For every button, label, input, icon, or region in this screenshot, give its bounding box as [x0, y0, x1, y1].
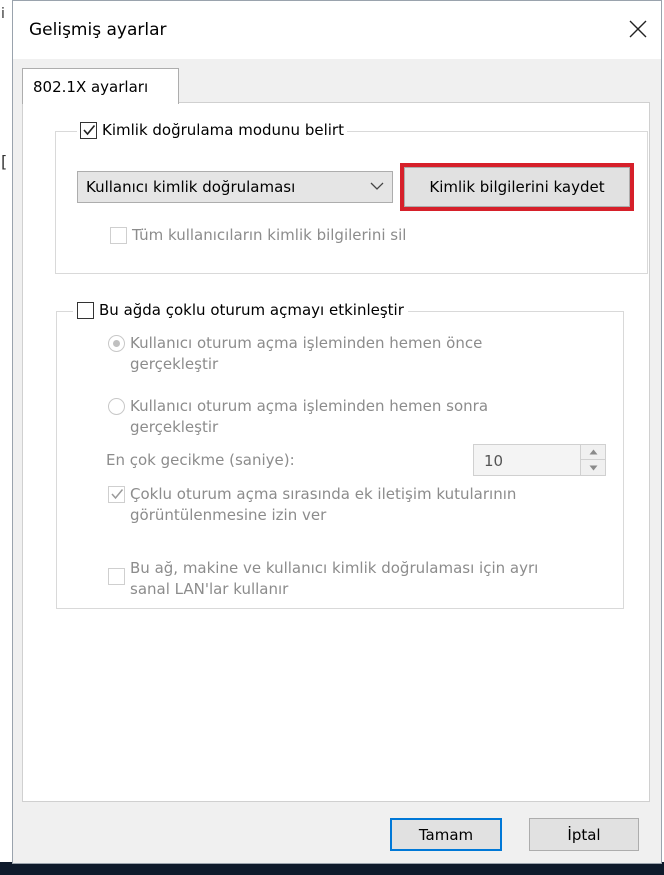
enable-sso-label: Bu ağda çoklu oturum açmayı etkinleştir [99, 301, 404, 319]
specify-auth-mode-label: Kimlik doğrulama modunu belirt [102, 121, 344, 139]
before-logon-radio[interactable] [108, 335, 125, 352]
background-window-edge: i [ [0, 0, 12, 875]
ok-button[interactable]: Tamam [390, 818, 502, 851]
separate-vlans-row[interactable]: Bu ağ, makine ve kullanıcı kimlik doğrul… [108, 558, 539, 600]
checkmark-icon [111, 489, 124, 500]
decrease-delay-button[interactable] [581, 460, 605, 475]
before-logon-row[interactable]: Kullanıcı oturum açma işleminden hemen ö… [108, 333, 483, 375]
specify-auth-mode-checkbox[interactable] [80, 122, 97, 139]
allow-dialogs-row[interactable]: Çoklu oturum açma sırasında ek iletişim … [108, 484, 517, 526]
dialog-title: Gelişmiş ayarlar [29, 20, 167, 40]
delete-all-credentials-row[interactable]: Tüm kullanıcıların kimlik bilgilerini si… [110, 225, 407, 246]
separate-vlans-label: Bu ağ, makine ve kullanıcı kimlik doğrul… [130, 559, 539, 598]
auth-mode-dropdown[interactable]: Kullanıcı kimlik doğrulaması [77, 171, 393, 203]
auth-mode-selected-value: Kullanıcı kimlik doğrulaması [86, 178, 296, 196]
close-button[interactable] [615, 9, 661, 49]
separate-vlans-checkbox[interactable] [108, 568, 125, 585]
checkmark-icon [83, 124, 96, 136]
after-logon-radio[interactable] [108, 398, 125, 415]
before-logon-label: Kullanıcı oturum açma işleminden hemen ö… [130, 334, 483, 373]
delete-all-credentials-checkbox[interactable] [110, 227, 127, 244]
enable-sso-checkbox[interactable] [77, 302, 94, 319]
save-credentials-button[interactable]: Kimlik bilgilerini kaydet [400, 163, 634, 211]
specify-auth-mode-row[interactable]: Kimlik doğrulama modunu belirt [77, 120, 347, 141]
after-logon-label: Kullanıcı oturum açma işleminden hemen s… [130, 397, 489, 436]
arrow-down-icon [589, 465, 597, 470]
delete-all-credentials-label: Tüm kullanıcıların kimlik bilgilerini si… [132, 226, 407, 244]
cancel-button[interactable]: İptal [529, 818, 639, 851]
after-logon-row[interactable]: Kullanıcı oturum açma işleminden hemen s… [108, 396, 489, 438]
title-bar: Gelişmiş ayarlar [13, 1, 661, 59]
close-icon [629, 20, 647, 38]
max-delay-spinner[interactable]: 10 [473, 444, 606, 476]
increase-delay-button[interactable] [581, 445, 605, 460]
max-delay-label: En çok gecikme (saniye): [106, 451, 295, 469]
max-delay-value: 10 [484, 452, 504, 470]
allow-dialogs-label: Çoklu oturum açma sırasında ek iletişim … [130, 485, 517, 524]
enable-sso-row[interactable]: Bu ağda çoklu oturum açmayı etkinleştir [73, 300, 408, 321]
tab-label: 802.1X ayarları [33, 78, 149, 96]
arrow-up-icon [589, 449, 597, 455]
chevron-down-icon [370, 182, 384, 190]
tab-8021x-settings[interactable]: 802.1X ayarları [22, 68, 179, 104]
allow-dialogs-checkbox[interactable] [108, 486, 125, 503]
